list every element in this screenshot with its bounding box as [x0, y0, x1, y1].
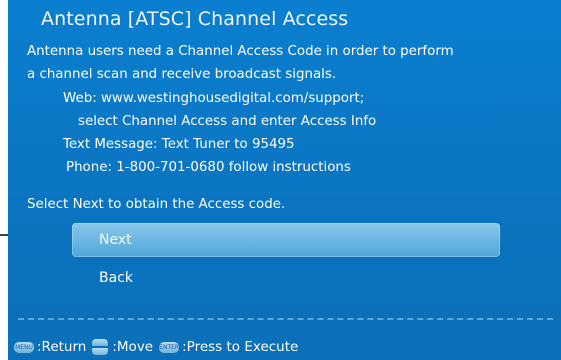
page-title: Antenna [ATSC] Channel Access [41, 8, 349, 30]
menu-key-icon: MENU [14, 341, 34, 353]
divider [18, 318, 553, 320]
footer-hints: MENU :Return :Move ENTER :Press to Execu… [14, 337, 298, 357]
info-line: Web: www.westinghousedigital.com/support… [63, 91, 365, 106]
back-button[interactable]: Back [72, 261, 500, 295]
info-line: Text Message: Text Tuner to 95495 [63, 137, 295, 152]
prompt-text: Select Next to obtain the Access code. [27, 197, 286, 212]
move-hint: :Move [112, 339, 154, 355]
enter-key-icon: ENTER [159, 341, 180, 353]
tv-screen: Antenna [ATSC] Channel Access Antenna us… [8, 0, 561, 360]
next-button[interactable]: Next [72, 223, 500, 257]
info-line: Phone: 1-800-701-0680 follow instruction… [66, 160, 351, 175]
updown-key-icon [92, 338, 109, 356]
execute-hint: :Press to Execute [182, 339, 299, 355]
info-line: Antenna users need a Channel Access Code… [27, 44, 454, 59]
info-line: select Channel Access and enter Access I… [78, 114, 377, 129]
info-line: a channel scan and receive broadcast sig… [27, 67, 337, 82]
return-hint: :Return [37, 339, 87, 355]
